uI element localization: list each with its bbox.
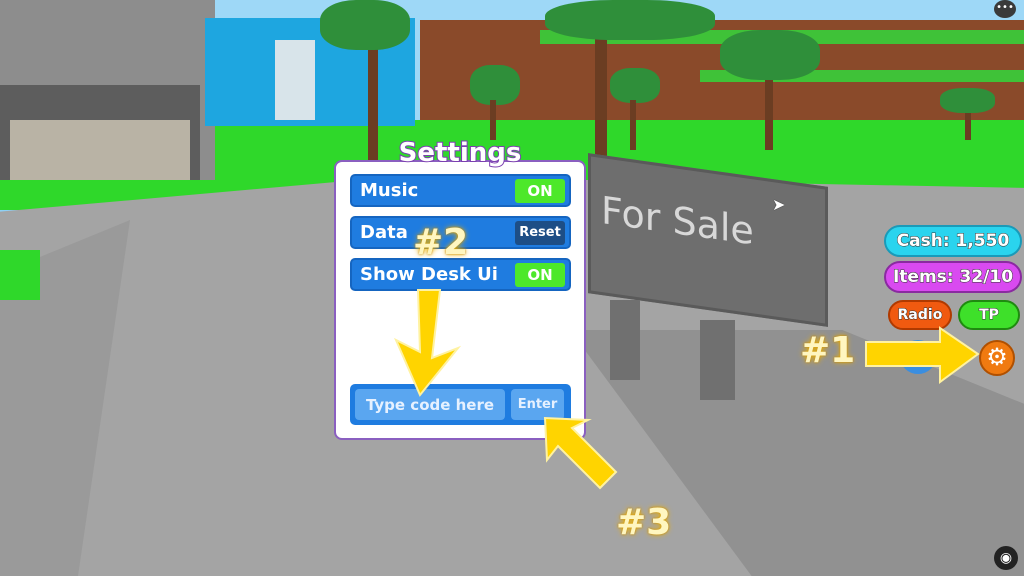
- arrow-1: [865, 326, 980, 384]
- annotation-1: #1: [800, 330, 856, 371]
- arrow-3: [543, 416, 618, 490]
- arrow-2: [393, 289, 462, 397]
- annotation-2: #2: [413, 222, 469, 263]
- annotation-arrows: [393, 289, 980, 490]
- annotation-3: #3: [616, 502, 672, 543]
- eye-icon[interactable]: ◉: [994, 546, 1018, 570]
